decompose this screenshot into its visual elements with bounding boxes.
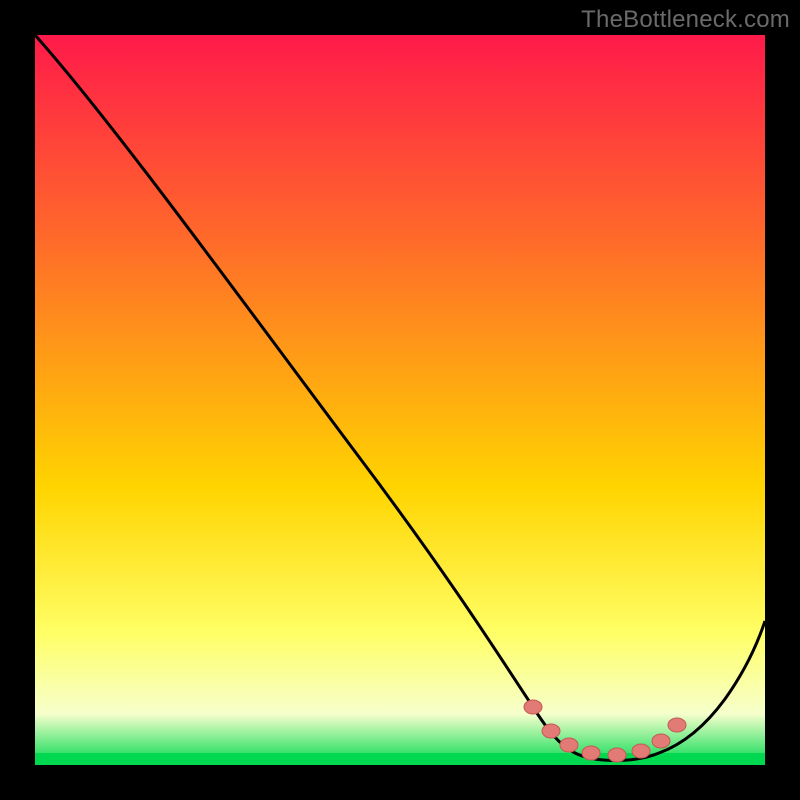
trough-marker [652, 734, 670, 748]
gradient-background [35, 35, 765, 765]
watermark-text: TheBottleneck.com [581, 6, 790, 34]
trough-marker [582, 746, 600, 760]
chart-svg [35, 35, 765, 765]
trough-marker [668, 718, 686, 732]
trough-marker [608, 748, 626, 762]
trough-marker [524, 700, 542, 714]
chart-frame: TheBottleneck.com [0, 0, 800, 800]
plot-area [35, 35, 765, 765]
trough-marker [542, 724, 560, 738]
trough-marker [560, 738, 578, 752]
trough-marker [632, 744, 650, 758]
